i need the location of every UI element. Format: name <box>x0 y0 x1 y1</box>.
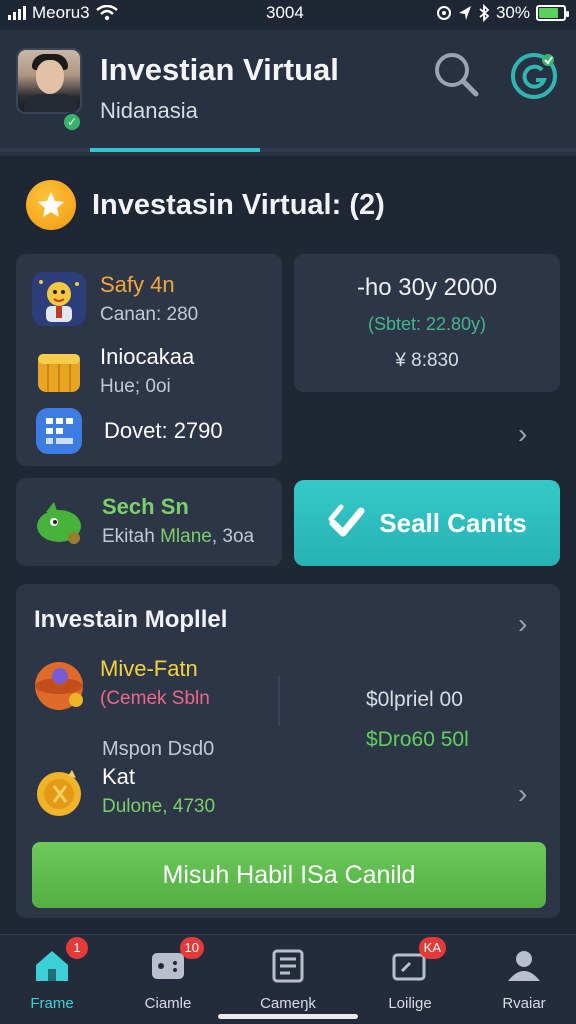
chevron-right-icon[interactable]: › <box>518 610 527 638</box>
list-item[interactable]: Iniocakaa Hue; 0oi <box>32 344 194 398</box>
avatar[interactable] <box>16 48 82 114</box>
location-icon <box>458 6 471 20</box>
list-item[interactable]: Sech Sn Ekitah Mlane, 3oa <box>32 494 254 548</box>
app-header: ✓ Investian Virtual Nidanasia <box>0 30 576 156</box>
nav-label: Loilige <box>388 995 432 1012</box>
list-item[interactable]: Safy 4n Canan: 280 <box>32 272 198 326</box>
gold-coin-icon <box>32 764 86 818</box>
bluetooth-icon <box>479 4 490 22</box>
sell-button[interactable]: Seall Canits <box>294 480 560 566</box>
nav-item-card[interactable]: KA Loilige <box>358 937 462 1012</box>
model-item-detail: Dulone, 4730 <box>102 796 216 817</box>
holding-name: Dovet: 2790 <box>104 418 223 443</box>
star-icon <box>26 180 76 230</box>
wifi-icon <box>95 5 118 21</box>
battery-percent: 30% <box>495 3 530 22</box>
home-indicator <box>218 1014 358 1019</box>
model-value-primary: $0lpriel 00 <box>366 688 463 711</box>
holdings-card: Safy 4n Canan: 280 Iniocakaa Hue; 0oi Do… <box>16 254 282 466</box>
tab-indicator <box>0 148 576 152</box>
dragon-icon <box>32 494 86 548</box>
list-item[interactable]: Mive-Fatn (Cemek Sbln <box>32 656 210 710</box>
nav-badge: KA <box>418 937 446 959</box>
primary-action-button[interactable]: Misuh Habil ISa Canild <box>32 842 546 908</box>
bottom-nav: 1 Frame 10 Ciamle Cameŋk KA Loilige Rvai… <box>0 934 576 1024</box>
holding-name: Safy 4n <box>100 272 175 297</box>
model-item-line: Mspon Dsd0 <box>102 738 215 760</box>
page-subtitle: Nidanasia <box>100 98 198 123</box>
nav-item-home[interactable]: 1 Frame <box>0 937 104 1012</box>
primary-action-label: Misuh Habil ISa Canild <box>162 860 416 889</box>
watch-item-card[interactable]: Sech Sn Ekitah Mlane, 3oa <box>16 478 282 566</box>
nav-label: Ciamle <box>144 995 192 1012</box>
model-item-name: Mive-Fatn <box>100 656 198 681</box>
list-item[interactable]: Dovet: 2790 <box>32 408 223 454</box>
carrier-label: Meoru3 <box>32 3 90 22</box>
page-title: Investian Virtual <box>100 52 339 87</box>
watch-item-detail: Ekitah <box>102 526 161 547</box>
model-item-name: Kat <box>102 764 136 789</box>
nav-item-wallet[interactable]: Cameŋk <box>236 945 340 1012</box>
verified-check-icon: ✓ <box>62 112 82 132</box>
list-item[interactable]: Kat Dulone, 4730 <box>32 764 215 818</box>
model-item-detail: (Cemek Sbln <box>100 688 210 709</box>
home-icon: 1 <box>32 937 88 985</box>
summary-card: -ho 30y 2000 (Sbtet: 22.80y) ¥ 8:830 <box>294 254 560 392</box>
ornament-icon <box>32 656 86 710</box>
section-header: Investasin Virtual: (2) <box>26 180 385 230</box>
model-card-title: Investain Mopllel <box>34 606 228 633</box>
watch-item-name: Sech Sn <box>102 494 189 519</box>
divider <box>278 676 280 726</box>
mascot-icon <box>32 272 86 326</box>
holding-name: Iniocakaa <box>100 344 195 369</box>
chevron-right-icon[interactable]: › <box>518 420 527 448</box>
game-icon: 10 <box>148 937 204 985</box>
summary-total: -ho 30y 2000 <box>356 274 498 301</box>
nav-item-profile[interactable]: Rvaiar <box>472 945 576 1012</box>
holding-detail: Hue; 0oi <box>100 376 171 397</box>
search-icon <box>435 53 479 97</box>
nav-item-game[interactable]: 10 Ciamle <box>116 937 220 1012</box>
clock: 3004 <box>266 3 304 22</box>
nav-badge: 10 <box>179 937 204 959</box>
watch-item-highlight: Mlane <box>160 526 212 547</box>
coin-stack-icon <box>32 344 86 398</box>
model-value-secondary: $Dro60 50l <box>366 728 469 751</box>
chevron-right-icon[interactable]: › <box>518 780 527 808</box>
sell-button-label: Seall Canits <box>379 507 527 538</box>
calculator-icon <box>36 408 82 454</box>
card-icon: KA <box>390 937 446 985</box>
user-icon <box>504 945 544 985</box>
nav-label: Frame <box>30 995 74 1012</box>
alarm-icon <box>436 6 451 20</box>
summary-subtotal: (Sbtet: 22.80y) <box>367 314 487 334</box>
globe-profile-icon <box>511 53 557 99</box>
status-bar: Meoru3 3004 30% <box>0 0 576 28</box>
watch-item-detail-end: , 3oa <box>211 526 255 547</box>
profile-button[interactable] <box>508 48 560 100</box>
wallet-icon <box>268 945 308 985</box>
checkmark-shield-icon <box>328 504 365 537</box>
signal-icon <box>8 6 26 20</box>
section-title: Investasin Virtual: (2) <box>92 188 385 221</box>
nav-badge: 1 <box>66 937 88 959</box>
search-button[interactable] <box>432 50 480 98</box>
nav-label: Cameŋk <box>260 995 316 1012</box>
nav-label: Rvaiar <box>502 995 546 1012</box>
summary-value: ¥ 8:830 <box>395 350 459 371</box>
battery-icon <box>536 5 569 21</box>
holding-detail: Canan: 280 <box>100 304 199 325</box>
